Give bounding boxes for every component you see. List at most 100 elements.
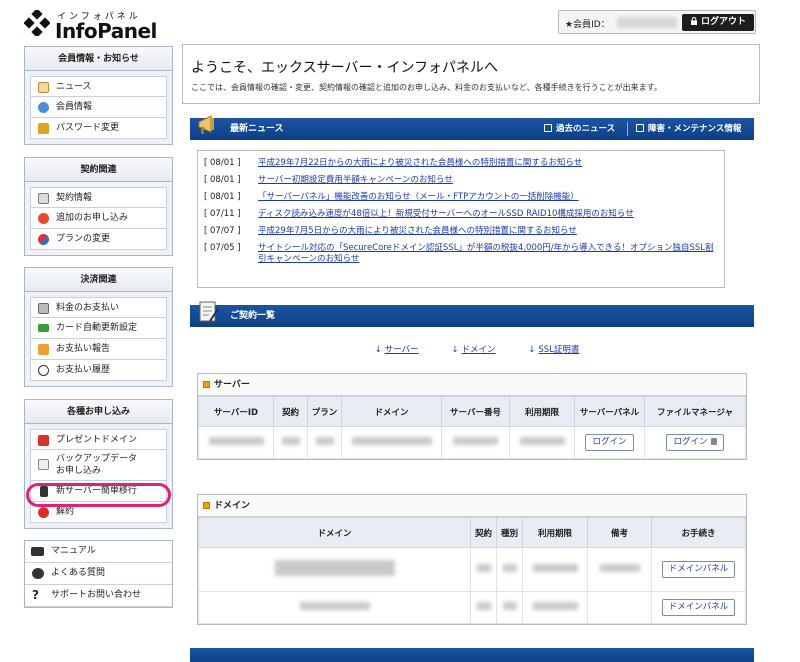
bullet-icon bbox=[203, 381, 210, 388]
gift-icon bbox=[38, 435, 49, 446]
sidebar-item-pay[interactable]: 料金のお支払い bbox=[30, 297, 167, 318]
sidebar-item-contract-info[interactable]: 契約情報 bbox=[30, 187, 167, 208]
welcome-description: ここでは、会員情報の確認・変更、契約情報の確認と追加のお申し込み、料金のお支払い… bbox=[191, 83, 662, 92]
news-link[interactable]: 「サーバーパネル」機能改善のお知らせ（メール・FTPアカウントの一括削除機能） bbox=[258, 192, 718, 203]
jump-ssl-link[interactable]: ↓ SSL証明書 bbox=[518, 345, 579, 355]
bullet-icon bbox=[203, 502, 210, 509]
domain-panel-button[interactable]: ドメインパネル bbox=[661, 561, 736, 578]
sidebar-group-title: 決済関連 bbox=[25, 268, 172, 292]
box-icon bbox=[544, 124, 552, 132]
lock-icon bbox=[690, 17, 697, 25]
jump-server-link[interactable]: ↓ サーバー bbox=[365, 345, 419, 355]
sidebar-group-member: 会員情報・お知らせ ニュース 会員情報 パスワード変更 bbox=[24, 46, 173, 145]
redacted-value bbox=[274, 560, 395, 576]
sidebar-item-backup[interactable]: バックアップデータ お申し込み bbox=[30, 450, 167, 481]
maintenance-info-link[interactable]: 障害・メンテナンス情報 bbox=[636, 118, 741, 140]
sidebar-link-faq[interactable]: よくある質問 bbox=[25, 563, 172, 585]
news-link[interactable]: ディスク読み込み速度が48倍以上！新規受付サーバーへのオールSSD RAID10… bbox=[258, 209, 718, 220]
redacted-value bbox=[532, 602, 578, 610]
sidebar-item-password[interactable]: パスワード変更 bbox=[30, 118, 167, 139]
sidebar-link-manual[interactable]: マニュアル bbox=[25, 541, 172, 563]
past-news-link[interactable]: 過去のニュース bbox=[544, 118, 615, 140]
sidebar-group-applications: 各種お申し込み プレゼントドメイン バックアップデータ お申し込み 新サーバー簡単… bbox=[24, 399, 173, 529]
user-icon bbox=[38, 102, 49, 113]
news-link[interactable]: サーバー初期設定費用半額キャンペーンのお知らせ bbox=[258, 175, 718, 186]
quick-jump-links: ↓ サーバー ↓ ドメイン ↓ SSL証明書 bbox=[190, 343, 754, 355]
document-icon bbox=[38, 193, 49, 204]
news-header-bar: 最新ニュース 過去のニュース 障害・メンテナンス情報 bbox=[190, 115, 754, 140]
news-link[interactable]: サイトシール対応の「SecureCoreドメイン認証SSL」が半額の税抜4,00… bbox=[258, 243, 718, 265]
speech-bubble-icon bbox=[32, 568, 44, 579]
report-icon bbox=[38, 344, 49, 355]
sidebar-item-news[interactable]: ニュース bbox=[30, 76, 167, 97]
sidebar-group-title: 各種お申し込み bbox=[25, 400, 172, 424]
sidebar-group-title: 会員情報・お知らせ bbox=[25, 47, 172, 71]
box-icon bbox=[636, 124, 644, 132]
remarks-header-bar bbox=[190, 648, 754, 662]
domain-panel-button[interactable]: ドメインパネル bbox=[661, 599, 736, 616]
news-item: [ 07/07 ] 平成29年7月5日からの大雨により被災された会員様への特別措置… bbox=[204, 226, 718, 237]
sidebar-item-present-domain[interactable]: プレゼントドメイン bbox=[30, 429, 167, 450]
sidebar-item-add-order[interactable]: 追加のお申し込み bbox=[30, 208, 167, 229]
sidebar-group-payment: 決済関連 料金のお支払い カード自動更新設定 お支払い報告 お支払い履歴 bbox=[24, 267, 173, 387]
news-item: [ 08/01 ] サーバー初期設定費用半額キャンペーンのお知らせ bbox=[204, 175, 718, 186]
server-section: サーバー サーバーID 契約 プラン ドメイン サーバー番号 利用期限 サーバー… bbox=[197, 373, 747, 460]
logo-mark-icon bbox=[24, 10, 50, 36]
sidebar-item-pay-history[interactable]: お支払い履歴 bbox=[30, 360, 167, 381]
contract-document-icon bbox=[199, 301, 219, 322]
calculator-icon bbox=[38, 303, 49, 314]
sidebar-link-support[interactable]: ? サポートお問い合わせ bbox=[25, 585, 172, 607]
lock-icon bbox=[710, 438, 717, 445]
redacted-value bbox=[453, 437, 498, 445]
news-item: [ 08/01 ] 「サーバーパネル」機能改善のお知らせ（メール・FTPアカウント… bbox=[204, 192, 718, 203]
redacted-value bbox=[476, 564, 491, 572]
credit-card-icon bbox=[38, 324, 49, 332]
domain-section: ドメイン ドメイン 契約 種別 利用期限 備考 お手続き ドメインパネル ドメイ… bbox=[197, 494, 747, 625]
lock-icon bbox=[38, 123, 49, 134]
welcome-panel: ようこそ、エックスサーバー・インフォパネルへ ここでは、会員情報の確認・変更、契… bbox=[182, 44, 760, 104]
member-box: ★会員ID： ログアウト bbox=[558, 10, 756, 34]
sidebar-item-pay-report[interactable]: お支払い報告 bbox=[30, 339, 167, 360]
jump-domain-link[interactable]: ↓ ドメイン bbox=[441, 345, 495, 355]
news-item: [ 08/01 ] 平成29年7月22日からの大雨により被災された会員様への特別措… bbox=[204, 158, 718, 169]
sidebar-group-contract: 契約関連 契約情報 追加のお申し込み プランの変更 bbox=[24, 157, 173, 256]
redacted-value bbox=[351, 437, 432, 445]
question-icon: ? bbox=[32, 588, 39, 602]
file-manager-login-button[interactable]: ログイン bbox=[666, 434, 724, 451]
server-table: サーバーID 契約 プラン ドメイン サーバー番号 利用期限 サーバーパネル フ… bbox=[198, 396, 746, 459]
member-id-value bbox=[617, 17, 677, 28]
redacted-value bbox=[502, 602, 517, 610]
book-icon bbox=[31, 547, 44, 556]
page-title: ようこそ、エックスサーバー・インフォパネルへ bbox=[191, 60, 499, 76]
news-link[interactable]: 平成29年7月5日からの大雨により被災された会員様への特別措置に関するお知らせ bbox=[258, 226, 718, 237]
member-id-label: ★会員ID： bbox=[565, 20, 610, 30]
logo-name: InfoPanel bbox=[55, 19, 157, 43]
redacted-value bbox=[315, 437, 334, 445]
table-row: ログイン ログイン bbox=[198, 426, 746, 459]
highlight-circle bbox=[26, 483, 171, 507]
logo[interactable]: インフォパネル InfoPanel bbox=[24, 8, 164, 43]
redacted-value bbox=[519, 437, 565, 445]
news-item: [ 07/11 ] ディスク読み込み速度が48倍以上！新規受付サーバーへのオールS… bbox=[204, 209, 718, 220]
domain-table: ドメイン 契約 種別 利用期限 備考 お手続き ドメインパネル ドメインパネル bbox=[198, 517, 746, 624]
table-row: ドメインパネル bbox=[198, 591, 746, 624]
table-row: ドメインパネル bbox=[198, 547, 746, 592]
news-icon bbox=[38, 82, 49, 93]
sidebar-item-card-renew[interactable]: カード自動更新設定 bbox=[30, 318, 167, 339]
redacted-value bbox=[599, 564, 640, 572]
news-link[interactable]: 平成29年7月22日からの大雨により被災された会員様への特別措置に関するお知らせ bbox=[258, 158, 718, 169]
redacted-value bbox=[281, 437, 300, 445]
cancel-icon bbox=[38, 507, 49, 518]
server-panel-login-button[interactable]: ログイン bbox=[585, 434, 634, 451]
refresh-icon bbox=[38, 234, 49, 245]
sidebar-group-title: 契約関連 bbox=[25, 158, 172, 182]
news-item: [ 07/05 ] サイトシール対応の「SecureCoreドメイン認証SSL」が… bbox=[204, 243, 718, 265]
sidebar-item-plan-change[interactable]: プランの変更 bbox=[30, 229, 167, 250]
sidebar-item-member-info[interactable]: 会員情報 bbox=[30, 97, 167, 118]
news-list: [ 08/01 ] 平成29年7月22日からの大雨により被災された会員様への特別措… bbox=[197, 150, 725, 288]
redacted-value bbox=[532, 564, 578, 572]
redacted-value bbox=[208, 437, 264, 445]
contract-header-title: ご契約一覧 bbox=[230, 311, 276, 321]
logout-button[interactable]: ログアウト bbox=[682, 14, 754, 31]
server-section-title: サーバー bbox=[198, 374, 746, 396]
